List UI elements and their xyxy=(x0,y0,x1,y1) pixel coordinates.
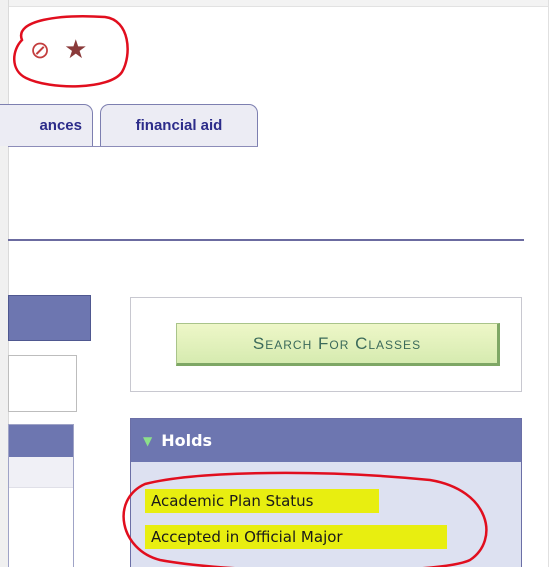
window-top-edge xyxy=(0,0,549,7)
left-panel xyxy=(8,424,74,567)
hold-item[interactable]: Accepted in Official Major xyxy=(145,525,447,549)
search-for-classes-label: Search For Classes xyxy=(252,333,422,353)
star-icon[interactable]: ★ xyxy=(64,37,87,63)
tab-finances-label: ances xyxy=(39,117,82,134)
left-input-box[interactable] xyxy=(8,355,77,412)
tab-financial-aid[interactable]: financial aid xyxy=(100,104,258,146)
holds-header[interactable]: ▼ Holds xyxy=(131,419,521,462)
holds-panel: ▼ Holds Academic Plan Status Accepted in… xyxy=(130,418,522,567)
search-for-classes-button[interactable]: Search For Classes xyxy=(176,323,500,366)
holds-title: Holds xyxy=(161,431,213,450)
toolbar-icons: ⊘ ★ xyxy=(30,32,87,68)
left-panel-title-bar xyxy=(9,425,73,457)
tab-finances[interactable]: ances xyxy=(0,104,93,146)
hold-item[interactable]: Academic Plan Status xyxy=(145,489,379,513)
no-entry-icon[interactable]: ⊘ xyxy=(30,38,50,62)
tabs-baseline xyxy=(8,146,258,147)
left-panel-row xyxy=(9,457,73,488)
section-divider xyxy=(8,239,524,241)
tab-financial-aid-label: financial aid xyxy=(135,117,223,134)
expand-triangle-icon[interactable]: ▼ xyxy=(143,434,152,448)
left-panel-header xyxy=(8,295,91,341)
